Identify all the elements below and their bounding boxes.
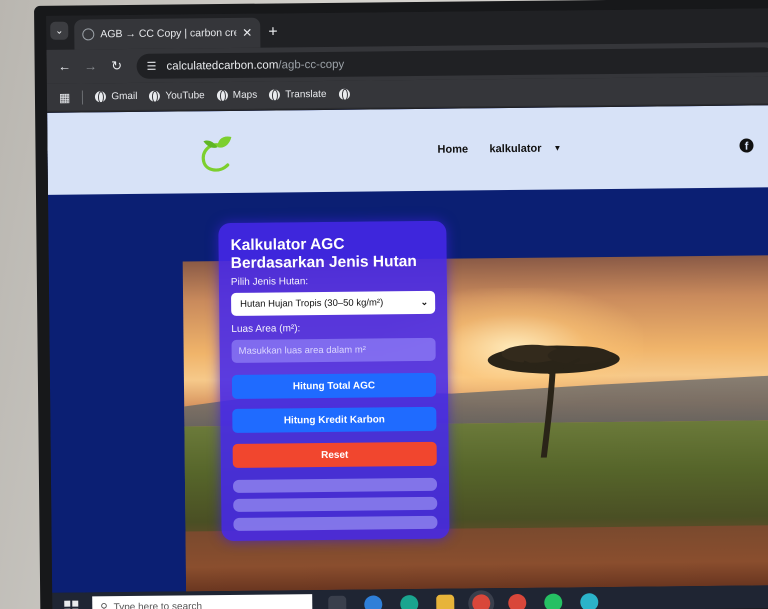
- chevron-down-icon[interactable]: ▼: [553, 143, 561, 152]
- chevron-down-icon: ⌄: [420, 296, 429, 307]
- globe-icon: [216, 89, 228, 102]
- nav-kalkulator-link[interactable]: kalkulator: [489, 143, 541, 156]
- tab-title: AGB → CC Copy | carbon credit: [100, 26, 237, 41]
- globe-icon: [269, 89, 281, 101]
- bookmark-label: Translate: [285, 88, 327, 101]
- calculator-title: Kalkulator AGC Berdasarkan Jenis Hutan: [230, 235, 417, 272]
- bookmark-gmail[interactable]: Gmail: [95, 90, 138, 103]
- bookmark-label: Maps: [232, 89, 258, 101]
- forest-type-selected-value: Hutan Hujan Tropis (30–50 kg/m²): [240, 297, 384, 310]
- bookmark-label: Gmail: [111, 90, 138, 103]
- area-label: Luas Area (m²):: [231, 323, 301, 335]
- chrome-icon[interactable]: [472, 594, 491, 609]
- task-view-icon[interactable]: [328, 595, 347, 609]
- reset-button[interactable]: Reset: [232, 441, 437, 468]
- site-header: Home kalkulator ▼ f: [47, 105, 768, 195]
- whatsapp-icon[interactable]: [544, 593, 563, 609]
- edge-browser-icon[interactable]: [364, 595, 383, 609]
- screen: ⌄ AGB → CC Copy | carbon credit ✕ + ← → …: [46, 8, 768, 609]
- app-icon[interactable]: [580, 593, 599, 609]
- forest-type-label: Pilih Jenis Hutan:: [230, 276, 309, 288]
- globe-icon: [95, 91, 107, 103]
- bookmark-extra[interactable]: [338, 88, 350, 100]
- result-placeholder-bar: [232, 477, 438, 493]
- forward-arrow-icon[interactable]: →: [83, 58, 99, 73]
- bookmark-youtube[interactable]: YouTube: [149, 90, 205, 102]
- nav-home-link[interactable]: Home: [437, 143, 468, 155]
- taskbar-search-placeholder: Type here to search: [113, 600, 203, 609]
- agc-calculator-card: Kalkulator AGC Berdasarkan Jenis Hutan P…: [218, 220, 450, 542]
- calculate-carbon-credit-button[interactable]: Hitung Kredit Karbon: [232, 406, 437, 433]
- result-placeholder-bar: [233, 515, 438, 531]
- tab-search-icon[interactable]: ⌄: [50, 21, 69, 40]
- taskbar-search-input[interactable]: ⚲ Type here to search: [92, 594, 313, 609]
- search-icon: ⚲: [100, 601, 108, 609]
- bookmark-maps[interactable]: Maps: [216, 89, 258, 102]
- acacia-tree-icon: [487, 344, 620, 458]
- url-text: calculatedcarbon.com/agb-cc-copy: [166, 58, 344, 72]
- result-placeholder-bar: [233, 496, 438, 512]
- monitor-bezel: ⌄ AGB → CC Copy | carbon credit ✕ + ← → …: [34, 0, 768, 609]
- address-bar[interactable]: ☰ calculatedcarbon.com/agb-cc-copy: [136, 47, 768, 79]
- browser-tab[interactable]: AGB → CC Copy | carbon credit ✕: [74, 17, 261, 50]
- tab-close-icon[interactable]: ✕: [242, 26, 252, 40]
- tab-favicon-icon: [82, 28, 95, 41]
- globe-icon: [149, 90, 161, 102]
- facebook-icon[interactable]: f: [739, 138, 754, 153]
- bookmark-label: YouTube: [165, 90, 205, 102]
- edge-dev-icon[interactable]: [400, 595, 419, 609]
- leaf-logo-icon[interactable]: [197, 131, 237, 175]
- web-page: Home kalkulator ▼ f Kalkulator AGC Berda…: [47, 105, 768, 593]
- site-settings-icon[interactable]: ☰: [147, 60, 157, 73]
- file-explorer-icon[interactable]: [436, 594, 455, 609]
- apps-grid-icon[interactable]: ▦: [59, 90, 70, 104]
- new-tab-button[interactable]: +: [268, 23, 278, 41]
- url-domain: calculatedcarbon.com: [166, 58, 279, 73]
- chrome-alt-icon[interactable]: [508, 593, 527, 609]
- back-arrow-icon[interactable]: ←: [57, 59, 73, 74]
- area-input[interactable]: Masukkan luas area dalam m²: [231, 337, 436, 363]
- calculate-total-agc-button[interactable]: Hitung Total AGC: [231, 372, 437, 399]
- forest-type-select[interactable]: Hutan Hujan Tropis (30–50 kg/m²) ⌄: [231, 290, 436, 316]
- reload-icon[interactable]: ↻: [109, 58, 125, 74]
- windows-start-icon[interactable]: [64, 600, 79, 609]
- url-path: /agb-cc-copy: [278, 58, 345, 71]
- bookmark-translate[interactable]: Translate: [269, 88, 327, 101]
- bookmarks-divider: [82, 89, 84, 104]
- globe-icon: [338, 88, 350, 100]
